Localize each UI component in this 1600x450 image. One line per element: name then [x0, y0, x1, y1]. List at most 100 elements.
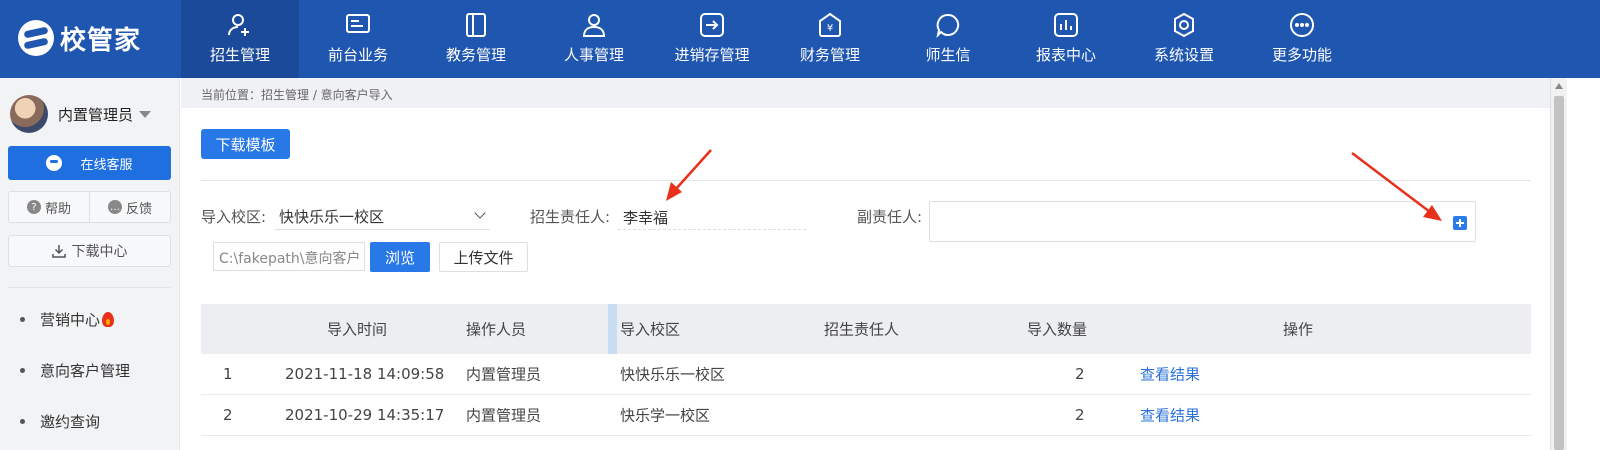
nav-label: 招生管理 — [209, 46, 270, 64]
section-divider — [201, 180, 1531, 181]
download-template-button[interactable]: 下载模板 — [201, 129, 290, 159]
owner-value: 李幸福 — [623, 209, 669, 227]
import-time: 2021-10-29 14:35:17 — [285, 406, 445, 424]
campus-value: 快快乐乐一校区 — [279, 208, 385, 226]
user-plus-icon — [227, 12, 253, 38]
column-header: 导入数量 — [1027, 320, 1088, 339]
deputy-input[interactable] — [929, 201, 1476, 242]
nav-label: 进销存管理 — [674, 46, 750, 64]
download-icon — [51, 245, 66, 258]
chevron-down-icon — [474, 207, 486, 219]
bullet-icon — [20, 368, 25, 373]
view-result-link[interactable]: 查看结果 — [1140, 405, 1200, 426]
import-campus: 快乐学一校区 — [620, 406, 711, 425]
campus-label: 导入校区: — [201, 208, 267, 226]
view-result-link[interactable]: 查看结果 — [1140, 364, 1200, 385]
feedback-button[interactable]: … 反馈 — [90, 192, 170, 222]
sidebar-item-invitations[interactable]: 邀约查询 — [20, 411, 100, 432]
nav-item-inventory[interactable]: 进销存管理 — [653, 0, 771, 78]
sidebar-item-label: 营销中心 — [40, 311, 101, 329]
svg-text:¥: ¥ — [827, 23, 833, 34]
nav-item-finance[interactable]: ¥ 财务管理 — [771, 0, 889, 78]
feedback-icon: … — [107, 200, 122, 214]
nav-item-front-desk[interactable]: 前台业务 — [299, 0, 417, 78]
nav-label: 报表中心 — [1035, 46, 1096, 64]
report-icon — [1053, 12, 1079, 38]
import-count: 2 — [1075, 406, 1085, 424]
column-header: 导入校区 — [620, 320, 681, 339]
monitor-icon — [345, 12, 371, 38]
row-index: 1 — [223, 365, 233, 383]
table-row: 2 2021-10-29 14:35:17 内置管理员 快乐学一校区 2 查看结… — [201, 395, 1531, 436]
nav-item-reports[interactable]: 报表中心 — [1007, 0, 1125, 78]
annotation-arrow-owner — [666, 149, 712, 201]
fire-icon — [102, 312, 115, 327]
help-label: 帮助 — [44, 201, 71, 217]
person-icon — [581, 12, 607, 38]
nav-label: 师生信 — [925, 46, 971, 64]
scroll-thumb[interactable] — [1554, 96, 1564, 450]
bullet-icon — [20, 419, 25, 424]
bullet-icon — [20, 317, 25, 322]
sidebar-item-prospects[interactable]: 意向客户管理 — [20, 360, 130, 381]
file-path-input[interactable]: C:\fakepath\意向客户 — [213, 242, 365, 271]
logo-mark-icon — [18, 20, 54, 56]
column-header: 招生责任人 — [824, 320, 900, 339]
online-service-label: 在线客服 — [80, 157, 133, 173]
breadcrumb-text: 当前位置：招生管理 / 意向客户导入 — [201, 88, 393, 102]
breadcrumb: 当前位置：招生管理 / 意向客户导入 — [181, 78, 1550, 108]
upload-file-button[interactable]: 上传文件 — [439, 242, 528, 272]
nav-item-settings[interactable]: 系统设置 — [1125, 0, 1243, 78]
sidebar-divider — [8, 287, 171, 288]
deputy-label: 副责任人: — [857, 208, 923, 226]
brand-logo[interactable]: 校管家 — [18, 18, 141, 58]
nav-label: 系统设置 — [1153, 46, 1214, 64]
nav-item-academic[interactable]: 教务管理 — [417, 0, 535, 78]
column-resize-handle[interactable] — [608, 304, 617, 354]
column-header: 导入时间 — [327, 320, 388, 339]
operator: 内置管理员 — [466, 365, 542, 384]
browse-button[interactable]: 浏览 — [370, 242, 430, 272]
help-button[interactable]: ? 帮助 — [9, 192, 90, 222]
import-campus: 快快乐乐一校区 — [620, 365, 726, 384]
nav-label: 财务管理 — [799, 46, 860, 64]
user-profile[interactable]: 内置管理员 — [10, 95, 152, 133]
vertical-scrollbar[interactable] — [1550, 78, 1567, 450]
nav-label: 教务管理 — [445, 46, 506, 64]
nav-item-hr[interactable]: 人事管理 — [535, 0, 653, 78]
owner-field[interactable]: 李幸福 — [618, 202, 806, 230]
scroll-up-icon[interactable] — [1555, 83, 1563, 89]
nav-item-messages[interactable]: 师生信 — [889, 0, 1007, 78]
chat-icon — [935, 12, 961, 38]
nav-label: 前台业务 — [327, 46, 388, 64]
more-icon — [1289, 12, 1315, 38]
sidebar-item-marketing[interactable]: 营销中心 — [20, 309, 115, 330]
question-icon: ? — [26, 200, 41, 214]
file-path-value: C:\fakepath\意向客户 — [219, 251, 361, 267]
feedback-label: 反馈 — [125, 201, 152, 217]
row-index: 2 — [223, 406, 233, 424]
settings-icon — [1171, 12, 1197, 38]
column-header: 操作 — [1283, 320, 1314, 339]
add-deputy-icon[interactable] — [1453, 216, 1467, 230]
avatar — [10, 95, 48, 133]
top-navbar: 校管家 招生管理 前台业务 教务管理 人事管理 进销存管理 ¥ 财务管理 师生信… — [0, 0, 1600, 78]
nav-item-recruitment[interactable]: 招生管理 — [181, 0, 299, 78]
sidebar-item-label: 意向客户管理 — [40, 362, 131, 380]
download-center-label: 下载中心 — [71, 244, 128, 260]
sidebar-item-label: 邀约查询 — [40, 413, 101, 431]
table-row: 1 2021-11-18 14:09:58 内置管理员 快快乐乐一校区 2 查看… — [201, 354, 1531, 395]
import-history-table: 导入时间 操作人员 导入校区 招生责任人 导入数量 操作 1 2021-11-1… — [201, 304, 1531, 436]
nav-label: 更多功能 — [1271, 46, 1332, 64]
operator: 内置管理员 — [466, 406, 542, 425]
import-time: 2021-11-18 14:09:58 — [285, 365, 445, 383]
download-center-button[interactable]: 下载中心 — [8, 235, 171, 267]
online-service-button[interactable]: 在线客服 — [8, 146, 171, 180]
brand-name: 校管家 — [60, 25, 142, 56]
nav-item-more[interactable]: 更多功能 — [1243, 0, 1361, 78]
service-face-icon — [46, 155, 63, 171]
book-icon — [463, 12, 489, 38]
campus-select[interactable]: 快快乐乐一校区 — [275, 201, 490, 230]
column-header: 操作人员 — [466, 320, 527, 339]
inventory-icon — [699, 12, 725, 38]
